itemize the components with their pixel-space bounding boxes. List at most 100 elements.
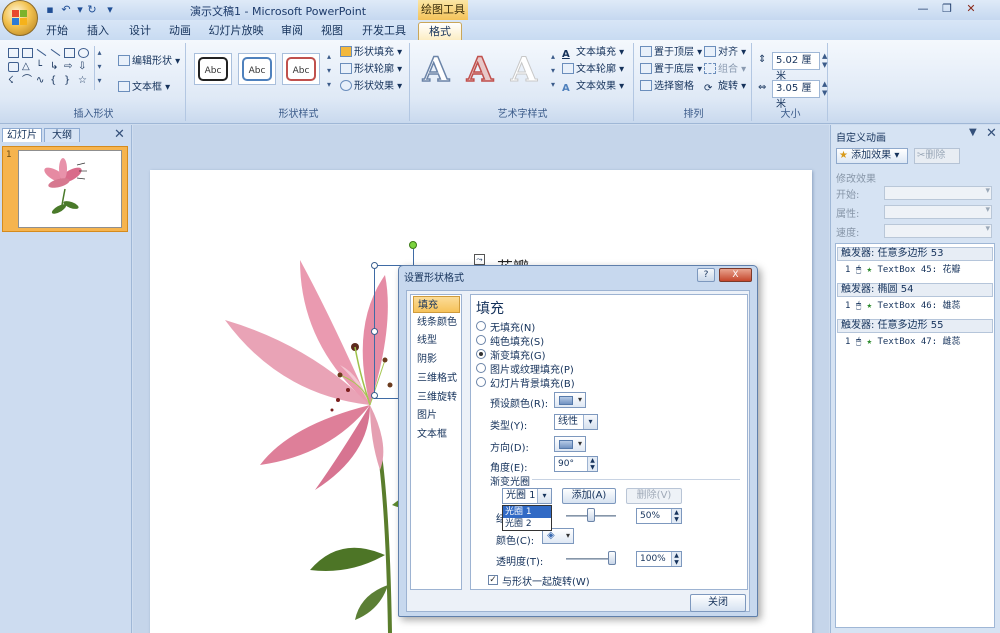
add-stop-button[interactable]: 添加(A)	[562, 488, 616, 504]
angle-spinner[interactable]: ▲ ▼	[587, 457, 597, 471]
shape-height-input[interactable]: 5.02 厘米	[772, 52, 820, 82]
align-button[interactable]: 对齐 ▾	[704, 45, 746, 61]
help-button[interactable]: ?	[697, 268, 715, 282]
resize-handle[interactable]	[371, 328, 378, 335]
down-arrow-shape-icon[interactable]: ⇩	[78, 62, 89, 72]
tab-design[interactable]: 设计	[124, 22, 156, 40]
pane-options-icon[interactable]: ▼	[969, 127, 977, 138]
height-spinner[interactable]: ▲ ▼	[822, 52, 827, 70]
bring-to-front-button[interactable]: 置于顶层 ▾	[640, 45, 702, 61]
office-button[interactable]	[2, 0, 38, 36]
radio-picture-fill[interactable]	[476, 363, 486, 373]
elbow-connector-icon[interactable]: └	[36, 62, 47, 72]
lightning-shape-icon[interactable]: ☇	[8, 76, 19, 86]
wordart-style-light[interactable]: A	[504, 50, 544, 91]
stop-option[interactable]: 光圈 1	[503, 506, 551, 518]
elbow-arrow-icon[interactable]: ↳	[50, 62, 61, 72]
preset-colors-picker[interactable]: ▾	[554, 392, 586, 408]
shape-width-input[interactable]: 3.05 厘米	[772, 80, 820, 110]
brace-left-shape-icon[interactable]: {	[50, 76, 61, 86]
stop-option[interactable]: 光圈 2	[503, 518, 551, 530]
nav-line-color[interactable]: 线条颜色	[413, 314, 460, 331]
nav-fill[interactable]: 填充	[413, 296, 460, 313]
effect-row[interactable]: 1 🖱 ★ TextBox 47: 雌蕊	[845, 336, 961, 348]
textbox-shape-icon[interactable]	[8, 48, 19, 58]
wordart-style-red[interactable]: A	[460, 49, 500, 91]
customize-qat-icon[interactable]: ▾	[102, 2, 118, 17]
angle-input[interactable]: 90° ▲ ▼	[554, 456, 598, 472]
arrow-shape-icon[interactable]	[50, 48, 61, 57]
nav-picture[interactable]: 图片	[413, 407, 460, 424]
width-spinner[interactable]: ▲ ▼	[822, 80, 827, 98]
minimize-icon[interactable]: —	[912, 2, 934, 17]
selection-pane-button[interactable]: 选择窗格	[640, 79, 694, 95]
nav-3d-format[interactable]: 三维格式	[413, 370, 460, 387]
radio-solid-fill[interactable]	[476, 335, 486, 345]
close-window-icon[interactable]: ✕	[960, 2, 982, 17]
tab-outline[interactable]: 大纲	[44, 128, 80, 142]
property-select[interactable]	[884, 205, 992, 219]
tab-slides[interactable]: 幻灯片	[2, 128, 42, 142]
tab-slideshow[interactable]: 幻灯片放映	[206, 22, 266, 40]
trigger-row[interactable]: 触发器: 任意多边形 55	[837, 319, 993, 333]
style-gallery-scroll[interactable]: ▴ ▾ ▾	[324, 50, 334, 92]
wordart-gallery-scroll[interactable]: ▴ ▾ ▾	[548, 50, 558, 92]
gradient-stop-select[interactable]: 光圈 1 ▾	[502, 488, 552, 504]
transparency-input[interactable]: 100% ▲ ▼	[636, 551, 682, 567]
send-to-back-button[interactable]: 置于底层 ▾	[640, 62, 702, 78]
effect-row[interactable]: 1 🖱 ★ TextBox 45: 花瓣	[845, 264, 961, 276]
radio-background-fill[interactable]	[476, 377, 486, 387]
tab-developer[interactable]: 开发工具	[360, 22, 408, 40]
rotate-with-shape-checkbox[interactable]: ✓	[488, 575, 498, 585]
text-outline-button[interactable]: 文本轮廓 ▾	[562, 62, 624, 78]
shape-fill-button[interactable]: 形状填充 ▾	[340, 45, 402, 61]
shape-effects-button[interactable]: 形状效果 ▾	[340, 79, 402, 95]
edit-shape-button[interactable]: 编辑形状 ▾	[118, 54, 180, 70]
stop-position-slider-thumb[interactable]	[587, 508, 595, 522]
add-effect-button[interactable]: ★ 添加效果 ▾	[836, 148, 908, 164]
transparency-slider-thumb[interactable]	[608, 551, 616, 565]
rectangle-shape-icon[interactable]	[64, 48, 75, 58]
rotate-button[interactable]: ⟳ 旋转 ▾	[704, 79, 746, 95]
animation-marker-icon[interactable]: ⤳	[474, 254, 485, 265]
close-pane-icon[interactable]: ✕	[986, 126, 997, 141]
shape-outline-button[interactable]: 形状轮廓 ▾	[340, 62, 402, 78]
tab-review[interactable]: 审阅	[276, 22, 308, 40]
start-select[interactable]	[884, 186, 992, 200]
tab-home[interactable]: 开始	[40, 22, 74, 40]
text-box-button[interactable]: 文本框 ▾	[118, 80, 170, 96]
nav-3d-rotation[interactable]: 三维旋转	[413, 389, 460, 406]
shape-style-blue[interactable]: Abc	[238, 53, 276, 85]
radio-gradient-fill[interactable]	[476, 349, 486, 359]
slide-thumbnail[interactable]	[18, 150, 122, 228]
resize-handle[interactable]	[371, 262, 378, 269]
curve-shape-icon[interactable]: ⌒	[22, 76, 33, 86]
shape-gallery[interactable]: △ └ ↳ ⇨ ⇩ ☇ ⌒ ∿ { } ☆	[6, 46, 108, 92]
transparency-spinner[interactable]: ▲ ▼	[671, 552, 681, 566]
shape-gallery-scroll[interactable]: ▴ ▾ ▾	[94, 46, 104, 90]
redo-icon[interactable]: ↻	[84, 2, 100, 17]
nav-shadow[interactable]: 阴影	[413, 351, 460, 368]
wordart-style-outline[interactable]: A	[416, 49, 456, 91]
speed-select[interactable]	[884, 224, 992, 238]
restore-icon[interactable]: ❐	[936, 2, 958, 17]
freeform-shape-icon[interactable]: ∿	[36, 76, 47, 86]
close-panel-icon[interactable]: ✕	[114, 127, 125, 142]
star-shape-icon[interactable]: ☆	[78, 76, 89, 86]
right-arrow-shape-icon[interactable]: ⇨	[64, 62, 75, 72]
type-select[interactable]: 线性 ▾	[554, 414, 598, 430]
delete-stop-button[interactable]: 删除(V)	[626, 488, 682, 504]
shape-style-black[interactable]: Abc	[194, 53, 232, 85]
nav-line-style[interactable]: 线型	[413, 332, 460, 349]
tab-format[interactable]: 格式	[418, 22, 462, 40]
resize-handle[interactable]	[371, 392, 378, 399]
textbox-vertical-shape-icon[interactable]	[22, 48, 33, 58]
text-effects-button[interactable]: A 文本效果 ▾	[562, 79, 624, 95]
shape-style-red[interactable]: Abc	[282, 53, 320, 85]
oval-shape-icon[interactable]	[78, 48, 89, 58]
remove-effect-button[interactable]: ✂删除	[914, 148, 960, 164]
stop-position-input[interactable]: 50% ▲ ▼	[636, 508, 682, 524]
nav-text-box[interactable]: 文本框	[413, 426, 460, 443]
trigger-row[interactable]: 触发器: 任意多边形 53	[837, 247, 993, 261]
direction-picker[interactable]: ▾	[554, 436, 586, 452]
